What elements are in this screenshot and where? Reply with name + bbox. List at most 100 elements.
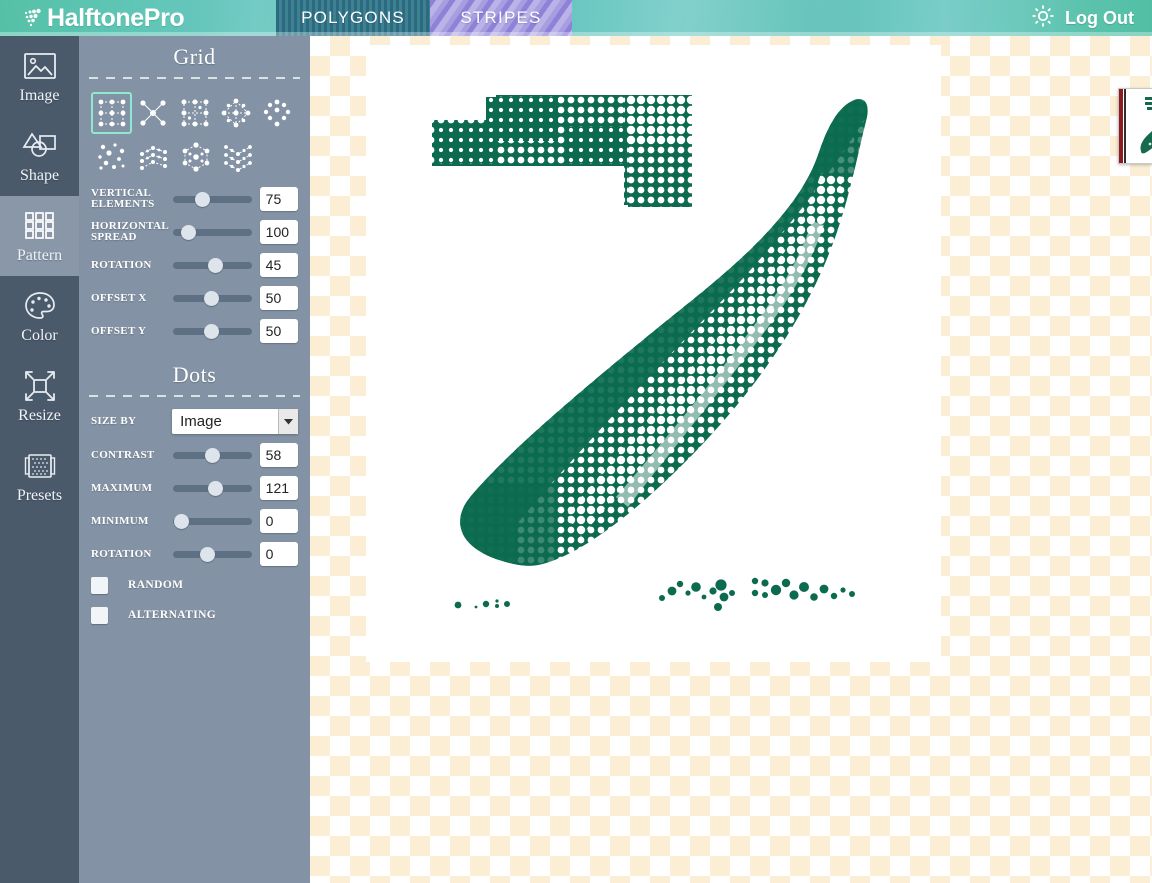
size-by-select[interactable]: Image — [172, 408, 298, 434]
slider-track — [173, 195, 252, 203]
slider-knob[interactable] — [208, 257, 224, 273]
size-by-value: Image — [180, 412, 222, 430]
control-grid-rotation-label: ROTATION — [91, 258, 152, 271]
control-contrast: CONTRAST 58 — [79, 440, 310, 470]
control-offset-x: OFFSET X 50 — [79, 283, 310, 313]
pattern-dashed-square[interactable] — [174, 92, 215, 134]
pattern-hexagon-ring[interactable] — [175, 136, 217, 178]
pattern-diamond-lattice[interactable] — [215, 92, 256, 134]
alternating-checkbox[interactable] — [91, 606, 108, 624]
app-logo[interactable]: HalftonePro — [22, 2, 185, 34]
logout-label: Log Out — [1065, 7, 1134, 28]
resize-arrows-icon — [20, 368, 60, 404]
source-image-thumbnail[interactable] — [1118, 88, 1152, 164]
app-header: HalftonePro POLYGONS STRIPES Log Out — [0, 0, 1152, 36]
image-icon — [20, 48, 60, 84]
control-maximum-label: MAXIMUM — [91, 481, 153, 494]
control-vertical-elements-label: VERTICAL ELEMENTS — [91, 187, 155, 210]
vertical-elements-slider[interactable] — [173, 190, 252, 208]
alternating-label: ALTERNATING — [128, 609, 217, 621]
control-panel: Grid VERTICAL ELEMENTS 75 HORIZONTAL SPR… — [79, 36, 310, 883]
offset-y-slider[interactable] — [173, 322, 252, 340]
control-dots-rotation-label: ROTATION — [91, 547, 152, 560]
app-logo-text: HalftonePro — [47, 4, 185, 32]
offset-x-value[interactable]: 50 — [259, 286, 298, 310]
tool-rail: Image Shape Pattern Color Resize Presets — [0, 36, 79, 883]
grid-rotation-value[interactable]: 45 — [259, 253, 298, 277]
vertical-elements-value[interactable]: 75 — [259, 187, 298, 211]
sidebar-item-shape[interactable]: Shape — [0, 116, 79, 196]
maximum-slider[interactable] — [173, 479, 252, 497]
maximum-value[interactable]: 121 — [259, 476, 298, 500]
minimum-value[interactable]: 0 — [259, 509, 298, 533]
slider-knob[interactable] — [204, 323, 220, 339]
horizontal-spread-value[interactable]: 100 — [259, 220, 298, 244]
control-size-by: SIZE BY Image — [79, 405, 310, 437]
sidebar-item-presets[interactable]: Presets — [0, 436, 79, 516]
sidebar-item-shape-label: Shape — [19, 166, 60, 184]
sidebar-item-resize[interactable]: Resize — [0, 356, 79, 436]
sidebar-item-image-label: Image — [19, 86, 60, 104]
grid-rotation-slider[interactable] — [173, 256, 252, 274]
offset-x-slider[interactable] — [173, 289, 252, 307]
control-horizontal-spread: HORIZONTAL SPREAD 100 — [79, 217, 310, 247]
slider-knob[interactable] — [200, 546, 216, 562]
control-offset-y: OFFSET Y 50 — [79, 316, 310, 346]
pattern-chevron-rows[interactable] — [217, 136, 259, 178]
slider-knob[interactable] — [174, 513, 190, 529]
logout-button[interactable]: Log Out — [1029, 0, 1134, 36]
pattern-square-grid[interactable] — [91, 92, 133, 134]
halftone-artwork — [366, 45, 941, 662]
contrast-value[interactable]: 58 — [259, 443, 298, 467]
dots-rotation-slider[interactable] — [173, 545, 252, 563]
dots-section-title: Dots — [172, 362, 217, 387]
tab-stripes[interactable]: STRIPES — [430, 0, 572, 36]
horizontal-spread-slider[interactable] — [173, 223, 252, 241]
slider-knob[interactable] — [204, 290, 220, 306]
slider-knob[interactable] — [205, 447, 221, 463]
tab-polygons[interactable]: POLYGONS — [276, 0, 430, 36]
palette-icon — [20, 288, 60, 324]
grid-divider — [89, 75, 300, 81]
grid-section-title: Grid — [173, 44, 216, 69]
pattern-random-scatter[interactable] — [91, 136, 133, 178]
control-grid-rotation: ROTATION 45 — [79, 250, 310, 280]
contrast-slider[interactable] — [173, 446, 252, 464]
halftone-dots-icon — [22, 7, 44, 29]
shapes-icon — [20, 128, 60, 164]
control-size-by-label: SIZE BY — [91, 414, 137, 427]
control-dots-rotation: ROTATION 0 — [79, 539, 310, 569]
grid-pattern-row-2 — [91, 135, 298, 179]
sidebar-item-pattern[interactable]: Pattern — [0, 196, 79, 276]
sidebar-item-image[interactable]: Image — [0, 36, 79, 116]
halftonepro-app: HalftonePro POLYGONS STRIPES Log Out Ima… — [0, 0, 1152, 883]
sidebar-item-resize-label: Resize — [18, 406, 61, 424]
minimum-slider[interactable] — [173, 512, 252, 530]
grid-pattern-row-1 — [91, 91, 298, 135]
sidebar-item-presets-label: Presets — [16, 486, 63, 504]
pattern-cross-scatter[interactable] — [132, 92, 173, 134]
checkbox-alternating[interactable]: ALTERNATING — [79, 601, 310, 629]
header-tabs: POLYGONS STRIPES — [276, 0, 572, 36]
dots-divider — [89, 393, 300, 399]
slider-knob[interactable] — [195, 191, 211, 207]
sidebar-item-color-label: Color — [21, 326, 58, 344]
presets-roller-icon — [20, 448, 60, 484]
halftone-canvas[interactable] — [366, 45, 941, 662]
checkbox-random[interactable]: RANDOM — [79, 571, 310, 599]
slider-knob[interactable] — [208, 480, 224, 496]
chevron-down-icon[interactable] — [278, 408, 298, 434]
sidebar-item-color[interactable]: Color — [0, 276, 79, 356]
offset-y-value[interactable]: 50 — [259, 319, 298, 343]
dots-rotation-value[interactable]: 0 — [259, 542, 298, 566]
gear-icon — [1029, 2, 1057, 35]
slider-knob[interactable] — [181, 224, 197, 240]
workspace[interactable]: 67% 1:1 — [310, 36, 1152, 883]
control-minimum-label: MINIMUM — [91, 514, 149, 527]
grid-squares-icon — [20, 208, 60, 244]
tab-stripes-label: STRIPES — [460, 8, 542, 27]
random-checkbox[interactable] — [91, 576, 108, 594]
control-contrast-label: CONTRAST — [91, 448, 155, 461]
pattern-radial-cluster[interactable] — [257, 92, 298, 134]
pattern-diagonal-wave[interactable] — [133, 136, 175, 178]
